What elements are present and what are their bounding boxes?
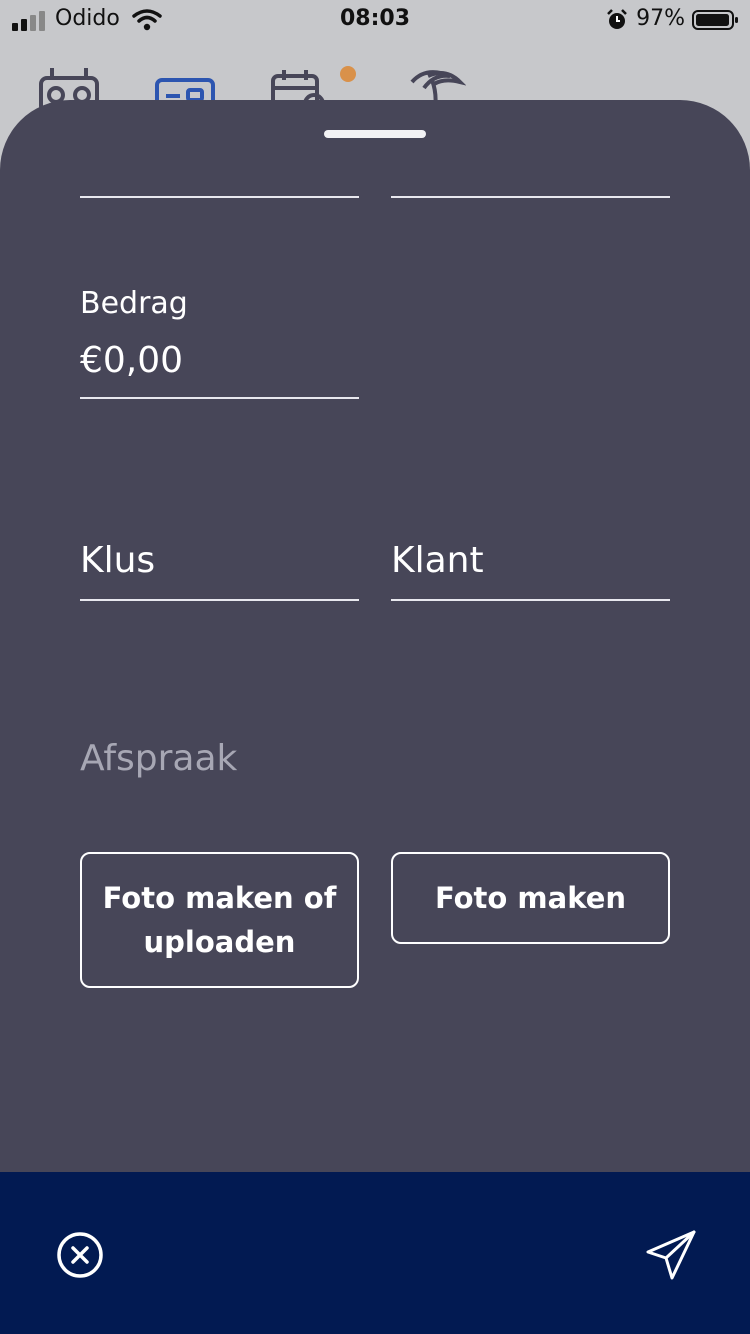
paper-plane-icon[interactable] bbox=[644, 1228, 698, 1282]
field-underline bbox=[80, 599, 359, 601]
bottom-action-bar bbox=[0, 1172, 750, 1334]
client-placeholder: Klant bbox=[391, 540, 484, 581]
status-bar: Odido 08:03 97% bbox=[0, 0, 750, 42]
alarm-icon bbox=[607, 9, 627, 29]
amount-label: Bedrag bbox=[80, 286, 188, 321]
photo-upload-button[interactable]: Foto maken of uploaden bbox=[80, 852, 359, 988]
field-underline bbox=[80, 196, 359, 198]
field-underline bbox=[391, 196, 670, 198]
appointment-placeholder: Afspraak bbox=[80, 738, 238, 779]
amount-value: €0,00 bbox=[80, 340, 184, 381]
job-placeholder: Klus bbox=[80, 540, 156, 581]
battery-percentage: 97% bbox=[636, 6, 685, 31]
client-field[interactable]: Klant bbox=[391, 530, 670, 602]
photo-button[interactable]: Foto maken bbox=[391, 852, 670, 944]
battery-icon bbox=[692, 10, 738, 30]
amount-field[interactable]: Bedrag €0,00 bbox=[80, 280, 359, 400]
bottom-sheet: Bedrag €0,00 Klus Klant Afspraak Foto ma… bbox=[0, 100, 750, 1172]
sheet-grabber[interactable] bbox=[324, 130, 426, 138]
appointment-field[interactable]: Afspraak bbox=[80, 734, 480, 794]
field-underline bbox=[80, 397, 359, 399]
notification-dot bbox=[340, 66, 356, 82]
job-field[interactable]: Klus bbox=[80, 530, 359, 602]
close-circle-icon[interactable] bbox=[55, 1230, 105, 1280]
field-underline bbox=[391, 599, 670, 601]
